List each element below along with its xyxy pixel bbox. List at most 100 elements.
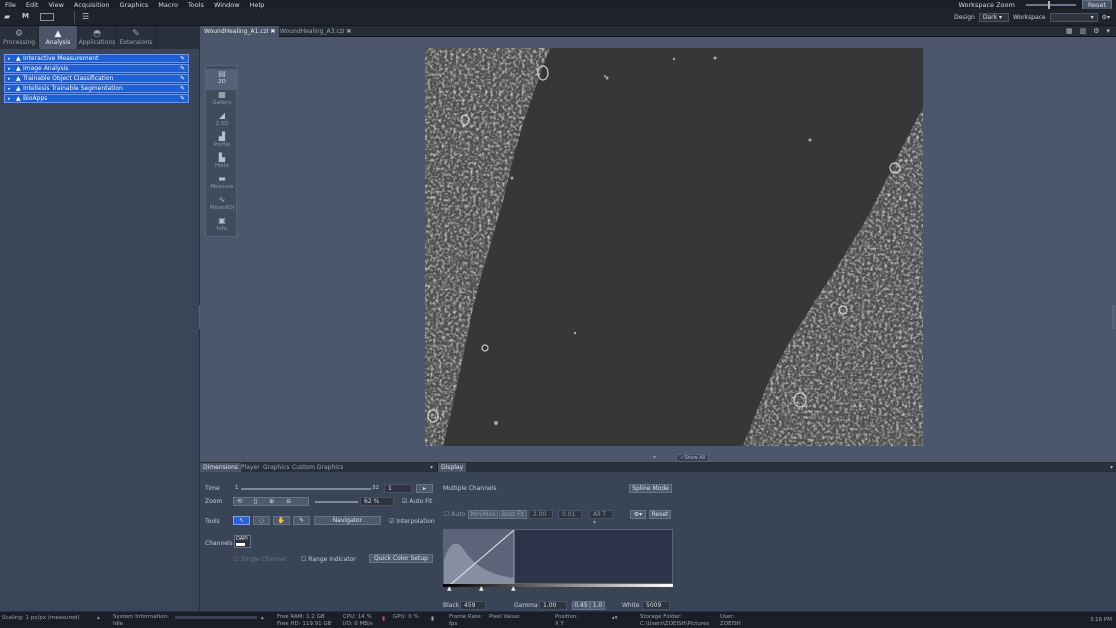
menu-edit[interactable]: Edit	[21, 1, 44, 9]
microscopy-image[interactable]	[425, 48, 923, 446]
tool-image-analysis[interactable]: ▸ ▲ Image Analysis ✎	[4, 64, 189, 73]
doc-tab-active[interactable]: WoundHealing_A1.czi ✖	[200, 26, 280, 37]
menu-window[interactable]: Window	[209, 1, 245, 9]
open-folder-icon[interactable]: ▰	[4, 12, 10, 21]
tool-options-icon[interactable]: ✎	[180, 95, 185, 103]
chevron-up-icon[interactable]: ▴	[261, 615, 264, 621]
zoom-spinbox[interactable]: 62 %	[360, 497, 394, 506]
view-meanroi[interactable]: ∿ MeanROI	[206, 195, 238, 216]
pointer-tool-icon[interactable]: ↖	[233, 516, 250, 525]
settings-icon[interactable]: ⚙▾	[1102, 14, 1110, 21]
zoom-slider[interactable]	[315, 501, 358, 503]
bestfit-spinbox[interactable]: 2.00	[529, 510, 553, 519]
display-settings-icon[interactable]: ⚙▾	[630, 510, 646, 519]
quick-color-setup-button[interactable]: Quick Color Setup	[369, 554, 433, 563]
tab-graphics[interactable]: Graphics	[263, 463, 290, 472]
play-button[interactable]: ▸	[416, 484, 433, 493]
right-panel-splitter[interactable]	[1112, 305, 1115, 329]
chevron-down-icon[interactable]: ▾	[1106, 27, 1110, 35]
view-gallery[interactable]: ▦ Gallery	[206, 90, 238, 111]
tab-display[interactable]: Display	[438, 463, 467, 472]
percent-spinbox[interactable]: 0.01	[558, 510, 582, 519]
layout-icon[interactable]: ☰	[82, 12, 89, 21]
gamma-spinbox[interactable]: 1.00	[539, 601, 567, 610]
tool-options-icon[interactable]: ✎	[180, 75, 185, 83]
range-indicator-checkbox[interactable]: ☐ Range Indicator	[301, 556, 356, 563]
workspace-zoom-slider[interactable]	[1025, 0, 1076, 9]
grid-view-icon[interactable]: ▦	[1066, 27, 1073, 35]
hand-tool-icon[interactable]: ✋	[273, 516, 290, 525]
menu-help[interactable]: Help	[245, 1, 270, 9]
view-measure[interactable]: ▬ Measure	[206, 174, 238, 195]
display-reset-button[interactable]: Reset	[649, 510, 671, 519]
expand-arrow-icon[interactable]: ▸	[8, 75, 11, 83]
view-histo[interactable]: ▙ Histo	[206, 153, 238, 174]
tab-applications[interactable]: ◓ Applications	[78, 26, 117, 49]
black-marker-icon[interactable]: ▲	[447, 585, 452, 592]
expand-arrow-icon[interactable]: ▸	[8, 85, 11, 93]
autofit-checkbox[interactable]: ☑ Auto Fit	[402, 498, 432, 505]
view-25d[interactable]: ◢ 2.5D	[206, 111, 238, 132]
time-slider[interactable]	[241, 488, 371, 490]
time-spinbox[interactable]: 1	[384, 484, 412, 493]
tool-trainable-object-classification[interactable]: ▸ ▲ Trainable Object Classification ✎	[4, 74, 189, 83]
show-all-button[interactable]: ✓Show All	[676, 454, 710, 462]
gamma-preset-b-button[interactable]: 1.0	[590, 601, 605, 610]
histogram-display[interactable]	[443, 529, 673, 586]
auto-checkbox[interactable]: ☐ Auto	[444, 511, 465, 518]
menu-acquisition[interactable]: Acquisition	[69, 1, 115, 9]
tool-bioapps[interactable]: ▸ ▲ BioApps ✎	[4, 94, 189, 103]
pan-tool-icon[interactable]: ◌	[253, 516, 270, 525]
tab-custom-graphics[interactable]: Custom Graphics	[292, 463, 343, 472]
view-settings-icon[interactable]: ⚙	[1093, 27, 1099, 35]
tool-options-icon[interactable]: ✎	[180, 65, 185, 73]
single-channel-checkbox[interactable]: ☐ Single Channel	[234, 556, 286, 563]
gamma-marker-icon[interactable]: ▲	[479, 585, 484, 592]
chevron-up-icon[interactable]: ▴▾	[612, 615, 618, 621]
expand-arrow-icon[interactable]: ▸	[8, 95, 11, 103]
close-icon[interactable]: ✖	[346, 28, 351, 35]
menu-view[interactable]: View	[43, 1, 68, 9]
tool-options-icon[interactable]: ✎	[180, 85, 185, 93]
menu-file[interactable]: File	[0, 1, 21, 9]
chevron-down-icon[interactable]: ▾	[430, 463, 433, 472]
split-view-icon[interactable]: ▥	[1080, 27, 1087, 35]
view-2d[interactable]: ▤ 2D	[206, 69, 238, 90]
white-marker-icon[interactable]: ▲	[511, 585, 516, 592]
gamma-preset-a-button[interactable]: 0.45	[572, 601, 590, 610]
collapse-arrow-icon[interactable]: ▾	[653, 454, 656, 461]
bestfit-button[interactable]: Best Fit	[499, 510, 527, 519]
tool-intellesis-segmentation[interactable]: ▸ ▲ Intellesis Trainable Segmentation ✎	[4, 84, 189, 93]
tab-processing[interactable]: ⚙ Processing	[0, 26, 39, 49]
workspace-dropdown[interactable]: ▾	[1049, 13, 1098, 22]
interpolation-checkbox[interactable]: ☑ Interpolation	[389, 518, 435, 525]
macro-m-icon[interactable]: M	[22, 12, 29, 20]
expand-arrow-icon[interactable]: ▸	[8, 55, 11, 63]
design-dropdown[interactable]: Dark ▾	[978, 13, 1009, 22]
tool-options-icon[interactable]: ✎	[180, 55, 185, 63]
spline-mode-button[interactable]: Spline Mode	[629, 484, 672, 493]
tab-analysis[interactable]: ▲ Analysis	[39, 26, 78, 49]
white-spinbox[interactable]: 5009	[642, 601, 670, 610]
tool-interactive-measurement[interactable]: ▸ ▲ Interactive Measurement ✎	[4, 54, 189, 63]
view-profile[interactable]: ▟ Profile	[206, 132, 238, 153]
black-spinbox[interactable]: 459	[460, 601, 486, 610]
expand-arrow-icon[interactable]: ▸	[8, 65, 11, 73]
navigator-button[interactable]: Navigator	[314, 516, 381, 525]
menu-macro[interactable]: Macro	[153, 1, 183, 9]
tab-dimensions[interactable]: Dimensions	[200, 463, 242, 472]
menu-tools[interactable]: Tools	[183, 1, 209, 9]
chevron-up-icon[interactable]: ▴	[97, 615, 100, 621]
close-icon[interactable]: ✖	[270, 28, 275, 35]
tab-extensions[interactable]: ✎ Extensions	[117, 26, 156, 49]
minmax-button[interactable]: Min/Max	[468, 510, 498, 519]
tab-player[interactable]: Player	[241, 463, 260, 472]
doc-tab[interactable]: WoundHealing_A3.czi ✖	[276, 26, 355, 37]
view-info[interactable]: ▣ Info	[206, 216, 238, 237]
pen-tool-icon[interactable]: ✎	[293, 516, 310, 525]
channel-dapi-button[interactable]: DAPI	[234, 535, 251, 548]
chevron-down-icon[interactable]: ▾	[1110, 463, 1113, 472]
zoom-buttons[interactable]: ⟲ ▯ ⊕ ⊖	[233, 497, 309, 506]
window-icon[interactable]	[40, 13, 54, 21]
all-t-dropdown[interactable]: All T ▾	[589, 510, 613, 526]
